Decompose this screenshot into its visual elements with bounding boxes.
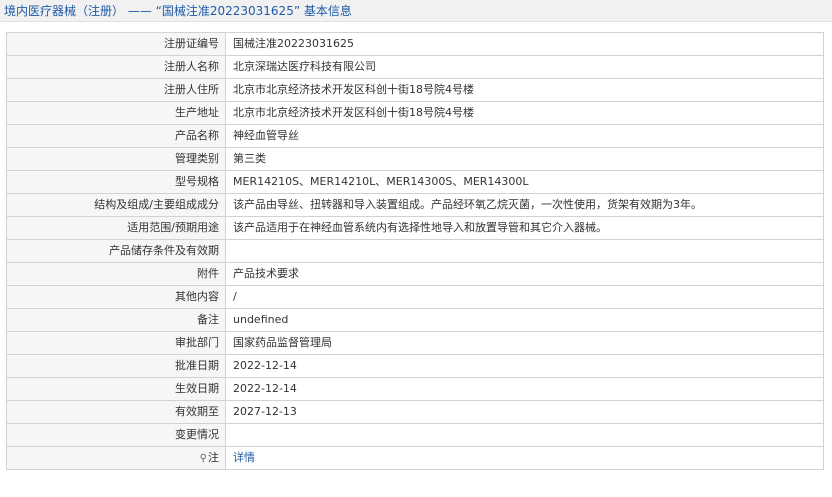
row-value: 国械注准20223031625 xyxy=(225,32,824,56)
note-label: 注 xyxy=(208,450,219,464)
table-row: 其他内容 / xyxy=(6,285,824,309)
table-row: 型号规格 MER14210S、MER14210L、MER14300S、MER14… xyxy=(6,170,824,194)
table-row: 备注 undefined xyxy=(6,308,824,332)
row-value: 该产品适用于在神经血管系统内有选择性地导入和放置导管和其它介入器械。 xyxy=(225,216,824,240)
row-label: 备注 xyxy=(6,308,226,332)
row-label: 注册人住所 xyxy=(6,78,226,102)
row-value xyxy=(225,239,824,263)
row-label: 附件 xyxy=(6,262,226,286)
row-label: 变更情况 xyxy=(6,423,226,447)
row-value: 北京深瑞达医疗科技有限公司 xyxy=(225,55,824,79)
row-label: 产品名称 xyxy=(6,124,226,148)
table-row: 管理类别 第三类 xyxy=(6,147,824,171)
table-row: 生效日期 2022-12-14 xyxy=(6,377,824,401)
row-value: 第三类 xyxy=(225,147,824,171)
row-value: 产品技术要求 xyxy=(225,262,824,286)
table-row: 结构及组成/主要组成成分 该产品由导丝、扭转器和导入装置组成。产品经环氧乙烷灭菌… xyxy=(6,193,824,217)
table-row: 附件 产品技术要求 xyxy=(6,262,824,286)
table-row: 产品储存条件及有效期 xyxy=(6,239,824,263)
table-row: 适用范围/预期用途 该产品适用于在神经血管系统内有选择性地导入和放置导管和其它介… xyxy=(6,216,824,240)
row-label: 型号规格 xyxy=(6,170,226,194)
row-label: 有效期至 xyxy=(6,400,226,424)
row-value: undefined xyxy=(225,308,824,332)
row-value: 该产品由导丝、扭转器和导入装置组成。产品经环氧乙烷灭菌，一次性使用，货架有效期为… xyxy=(225,193,824,217)
table-row: 注册人住所 北京市北京经济技术开发区科创十街18号院4号楼 xyxy=(6,78,824,102)
row-value: 2022-12-14 xyxy=(225,377,824,401)
row-label: 结构及组成/主要组成成分 xyxy=(6,193,226,217)
table-row: 生产地址 北京市北京经济技术开发区科创十街18号院4号楼 xyxy=(6,101,824,125)
table-row: 注册证编号 国械注准20223031625 xyxy=(6,32,824,56)
table-row: 有效期至 2027-12-13 xyxy=(6,400,824,424)
row-label: 审批部门 xyxy=(6,331,226,355)
row-label: 注册人名称 xyxy=(6,55,226,79)
row-label: 管理类别 xyxy=(6,147,226,171)
row-value: / xyxy=(225,285,824,309)
row-label: 生效日期 xyxy=(6,377,226,401)
table-row: 审批部门 国家药品监督管理局 xyxy=(6,331,824,355)
title-bar: 境内医疗器械（注册） —— “国械注准20223031625” 基本信息 xyxy=(0,0,832,22)
row-label: 产品储存条件及有效期 xyxy=(6,239,226,263)
row-value: 2022-12-14 xyxy=(225,354,824,378)
row-label: 生产地址 xyxy=(6,101,226,125)
page-title: 境内医疗器械（注册） —— “国械注准20223031625” 基本信息 xyxy=(4,4,352,18)
row-value: 北京市北京经济技术开发区科创十街18号院4号楼 xyxy=(225,78,824,102)
row-label: 注册证编号 xyxy=(6,32,226,56)
note-value-cell: 详情 xyxy=(225,446,824,470)
row-label: 其他内容 xyxy=(6,285,226,309)
info-table: 注册证编号 国械注准20223031625 注册人名称 北京深瑞达医疗科技有限公… xyxy=(6,32,824,470)
detail-link[interactable]: 详情 xyxy=(233,451,255,464)
row-value xyxy=(225,423,824,447)
row-value: 北京市北京经济技术开发区科创十街18号院4号楼 xyxy=(225,101,824,125)
row-label: 适用范围/预期用途 xyxy=(6,216,226,240)
note-label-cell: ⚲注 xyxy=(6,446,226,470)
row-label: 批准日期 xyxy=(6,354,226,378)
table-row: 批准日期 2022-12-14 xyxy=(6,354,824,378)
pin-icon: ⚲ xyxy=(199,452,207,464)
row-value: MER14210S、MER14210L、MER14300S、MER14300L xyxy=(225,170,824,194)
row-value: 国家药品监督管理局 xyxy=(225,331,824,355)
table-row: 变更情况 xyxy=(6,423,824,447)
note-row: ⚲注 详情 xyxy=(6,446,824,470)
row-value: 神经血管导丝 xyxy=(225,124,824,148)
row-value: 2027-12-13 xyxy=(225,400,824,424)
table-row: 注册人名称 北京深瑞达医疗科技有限公司 xyxy=(6,55,824,79)
table-row: 产品名称 神经血管导丝 xyxy=(6,124,824,148)
